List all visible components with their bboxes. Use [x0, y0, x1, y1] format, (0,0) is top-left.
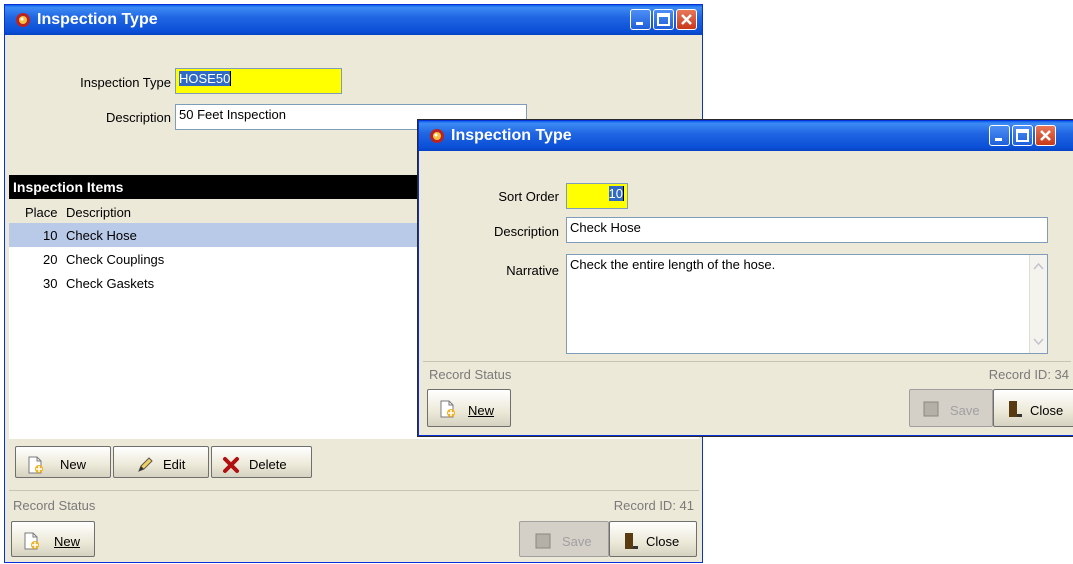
sort-order-label: Sort Order [498, 189, 559, 204]
scroll-down-icon[interactable] [1030, 333, 1047, 350]
door-exit-icon [1009, 401, 1022, 417]
record-id: Record ID: 41 [613, 498, 694, 513]
app-icon [430, 129, 444, 143]
column-description[interactable]: Description [66, 205, 131, 220]
save-disk-icon [923, 401, 939, 417]
item-edit-button[interactable]: Edit [113, 446, 209, 478]
record-status: Record Status [13, 498, 96, 513]
close-window-button[interactable] [1035, 125, 1056, 146]
edit-pencil-icon [138, 457, 153, 472]
minimize-icon [636, 22, 643, 25]
new-doc-icon [28, 456, 43, 474]
narrative-field[interactable]: Check the entire length of the hose. [566, 254, 1048, 354]
minimize-button[interactable] [989, 125, 1010, 146]
column-place[interactable]: Place [25, 205, 58, 220]
save-button[interactable]: Save [519, 521, 609, 557]
close-window-button[interactable] [676, 9, 697, 30]
narrative-scrollbar[interactable] [1029, 255, 1047, 353]
inspection-type-window-front: Inspection Type Sort Order 10 Descriptio… [418, 120, 1073, 436]
minimize-button[interactable] [630, 9, 651, 30]
description-label: Description [105, 110, 171, 125]
save-button[interactable]: Save [909, 389, 993, 427]
item-toolbar: New Edit Delete [9, 439, 699, 479]
maximize-button[interactable] [653, 9, 674, 30]
scroll-up-icon[interactable] [1030, 258, 1047, 275]
narrative-label: Narrative [506, 263, 559, 278]
title-bar[interactable]: Inspection Type [419, 121, 1073, 151]
window-title: Inspection Type [451, 127, 572, 144]
title-bar[interactable]: Inspection Type [5, 5, 702, 35]
maximize-button[interactable] [1012, 125, 1033, 146]
maximize-icon [1016, 129, 1029, 142]
divider [9, 490, 699, 491]
sort-order-field[interactable]: 10 [566, 183, 628, 209]
save-disk-icon [535, 533, 551, 549]
window-title: Inspection Type [37, 11, 158, 28]
minimize-icon [995, 138, 1002, 141]
door-exit-icon [625, 533, 638, 549]
divider [423, 361, 1071, 362]
item-new-button[interactable]: New [15, 446, 111, 478]
maximize-icon [657, 13, 670, 26]
record-id: Record ID: 34 [988, 367, 1069, 382]
description-field[interactable]: Check Hose [566, 217, 1048, 243]
app-icon [16, 13, 30, 27]
new-doc-icon [24, 532, 39, 550]
new-button[interactable]: New [427, 389, 511, 427]
inspection-type-field[interactable]: HOSE50 [175, 68, 342, 94]
close-button[interactable]: Close [993, 389, 1073, 427]
new-button[interactable]: New [11, 521, 95, 557]
close-button[interactable]: Close [609, 521, 697, 557]
delete-x-icon [223, 457, 239, 473]
close-icon [681, 14, 692, 25]
description-label: Description [493, 224, 559, 239]
item-delete-button[interactable]: Delete [211, 446, 312, 478]
inspection-type-label: Inspection Type [80, 75, 171, 90]
new-doc-icon [440, 400, 455, 418]
close-icon [1040, 130, 1051, 141]
record-status: Record Status [429, 367, 512, 382]
